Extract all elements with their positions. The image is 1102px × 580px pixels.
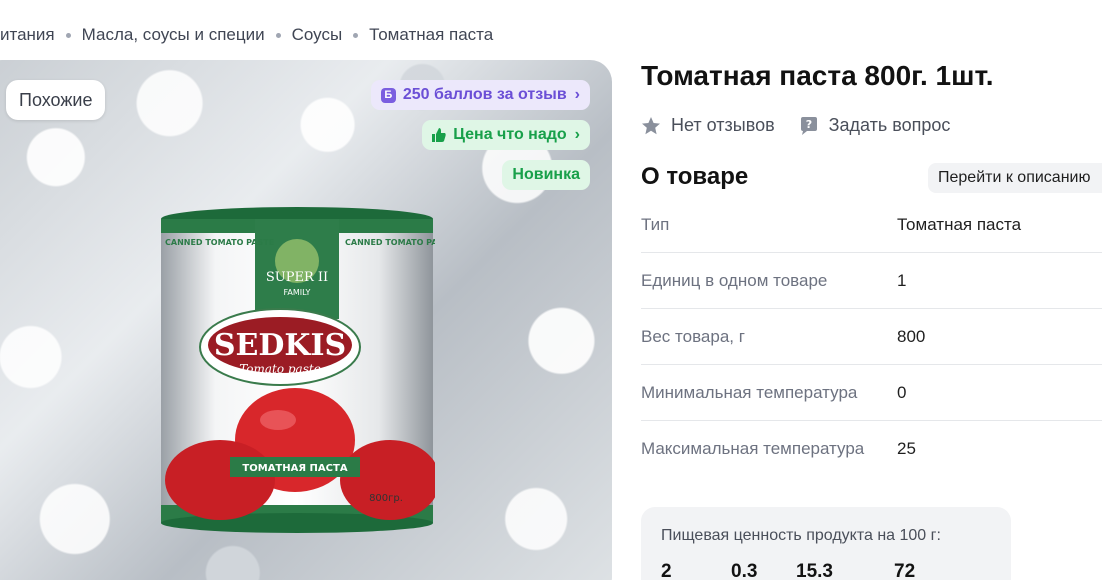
ask-question-link[interactable]: Задать вопрос: [829, 115, 951, 136]
chevron-right-icon: ›: [574, 126, 580, 143]
spec-value: Томатная паста: [897, 214, 1022, 234]
spec-key: Единиц в одном товаре: [641, 270, 828, 290]
nutrition-value: 0.3: [731, 561, 758, 580]
spec-row: Максимальная температура 25: [641, 421, 1102, 477]
points-icon: Б: [380, 87, 396, 103]
spec-value: 800: [897, 326, 926, 346]
spec-value: 0: [897, 382, 907, 402]
spec-row: Вес товара, г 800: [641, 309, 1102, 365]
reviews-link[interactable]: Нет отзывов: [671, 115, 775, 136]
star-icon: [642, 116, 660, 134]
about-section-title: О товаре: [641, 163, 749, 190]
can-weight: 800гр.: [369, 493, 403, 504]
breadcrumb: итания Масла, соусы и специи Соусы Томат…: [0, 22, 493, 48]
can-ribbon: ТОМАТНАЯ ПАСТА: [242, 463, 347, 474]
points-badge-label: 250 баллов за отзыв: [402, 86, 567, 103]
can-label-left: CANNED TOMATO PASTE: [165, 238, 274, 247]
breadcrumb-separator: [353, 32, 359, 38]
spec-value: 25: [897, 439, 916, 458]
can-label-right: CANNED TOMATO PASTE: [345, 238, 435, 247]
nutrition-value: 15.3: [796, 561, 833, 580]
can-family-text: FAMILY: [284, 288, 311, 297]
can-brand: SEDKIS: [214, 328, 346, 363]
spec-key: Тип: [641, 214, 670, 234]
points-for-review-badge[interactable]: Б 250 баллов за отзыв ›: [370, 80, 590, 110]
can-top-text: SUPER II: [266, 270, 328, 285]
good-price-badge[interactable]: Цена что надо ›: [422, 120, 590, 150]
spec-row: Тип Томатная паста: [641, 197, 1102, 253]
similar-button[interactable]: Похожие: [6, 80, 106, 120]
can-subtitle: Tomato paste: [239, 362, 321, 376]
breadcrumb-item[interactable]: Соусы: [292, 25, 343, 45]
product-title: Томатная паста 800г. 1шт.: [641, 60, 994, 91]
spec-key: Минимальная температура: [641, 382, 858, 402]
nutrition-title: Пищевая ценность продукта на 100 г:: [661, 527, 941, 544]
nutrition-value: 72: [894, 561, 916, 580]
go-to-description-button[interactable]: Перейти к описанию: [928, 163, 1102, 193]
spec-row: Минимальная температура 0: [641, 365, 1102, 421]
thumbs-up-icon: [432, 128, 446, 142]
spec-row: Единиц в одном товаре 1: [641, 253, 1102, 309]
breadcrumb-item[interactable]: итания: [0, 25, 55, 45]
breadcrumb-separator: [65, 32, 71, 38]
nutrition-value: 2: [661, 561, 672, 580]
breadcrumb-item[interactable]: Масла, соусы и специи: [82, 25, 265, 45]
product-image[interactable]: SUPER II FAMILY CANNED TOMATO PASTE CANN…: [160, 205, 435, 535]
spec-value: 1: [897, 270, 907, 290]
new-badge: Новинка: [502, 160, 590, 190]
breadcrumb-item-current[interactable]: Томатная паста: [369, 25, 493, 45]
spec-table: Тип Томатная паста Единиц в одном товаре…: [641, 197, 1102, 477]
nutrition-card: Пищевая ценность продукта на 100 г: 2 0.…: [641, 507, 1011, 580]
breadcrumb-separator: [275, 32, 281, 38]
good-price-label: Цена что надо: [453, 126, 567, 143]
product-meta: Нет отзывов ? Задать вопрос: [641, 115, 950, 136]
svg-text:?: ?: [805, 118, 811, 131]
chevron-right-icon: ›: [574, 86, 580, 103]
nutrition-values: 2 0.3 15.3 72: [661, 561, 991, 580]
spec-key: Максимальная температура: [641, 439, 865, 458]
question-icon: ?: [800, 116, 817, 135]
spec-key: Вес товара, г: [641, 326, 745, 346]
